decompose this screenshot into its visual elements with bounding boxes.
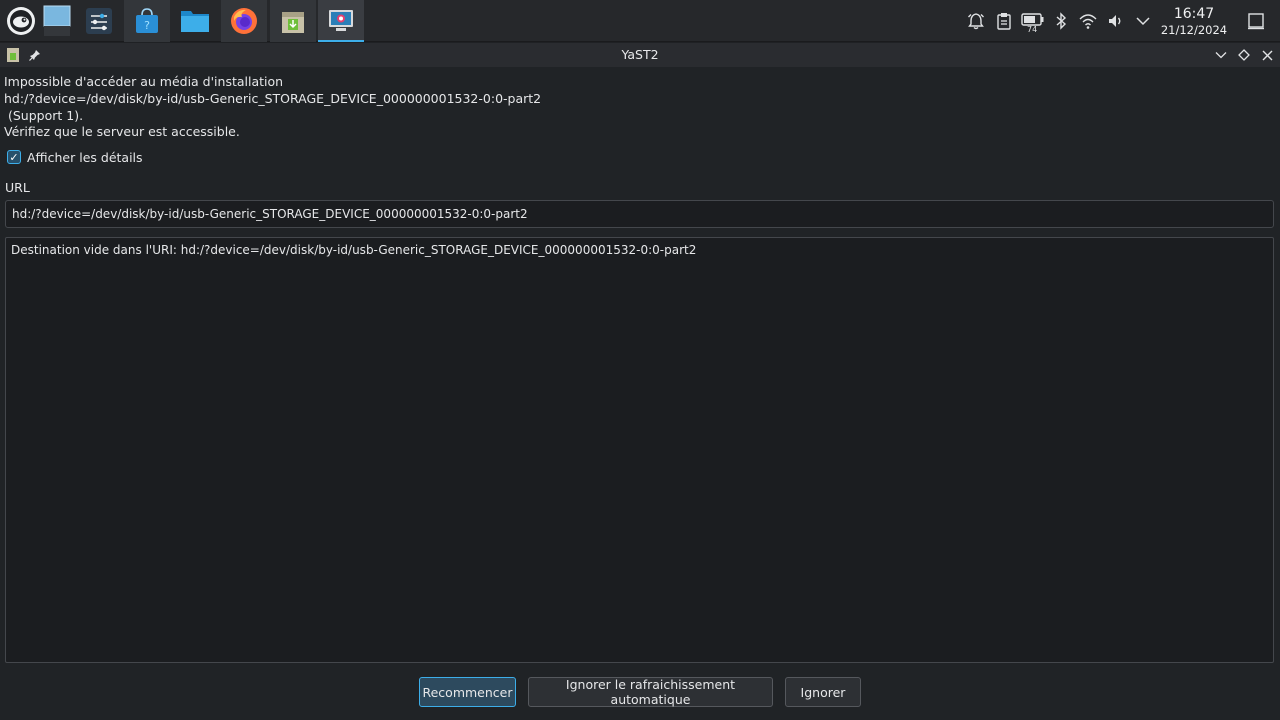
- package-icon: [282, 12, 304, 33]
- opensuse-logo-icon: [7, 7, 35, 35]
- window-titlebar[interactable]: YaST2: [0, 43, 1280, 67]
- maximize-button[interactable]: [1235, 46, 1253, 64]
- show-details-checkbox[interactable]: ✓: [7, 150, 21, 164]
- ignore-button[interactable]: Ignorer: [785, 677, 861, 707]
- clipboard-icon[interactable]: [994, 11, 1014, 31]
- desktop-icon: [43, 5, 71, 36]
- yast-icon: [329, 10, 353, 31]
- minimize-button[interactable]: [1212, 46, 1230, 64]
- chevron-down-icon[interactable]: [1133, 11, 1153, 31]
- show-desktop-button[interactable]: [42, 0, 72, 42]
- taskbar-app-files[interactable]: [172, 0, 218, 42]
- taskbar-app-firefox[interactable]: [221, 0, 267, 42]
- wifi-icon[interactable]: [1078, 11, 1098, 31]
- taskbar-app-settings[interactable]: [76, 0, 122, 42]
- battery-percent: 74: [1027, 25, 1038, 34]
- taskbar-app-store[interactable]: ?: [124, 0, 170, 42]
- store-icon: ?: [136, 8, 158, 33]
- bluetooth-icon[interactable]: [1051, 11, 1071, 31]
- error-message: Impossible d'accéder au média d'installa…: [4, 74, 542, 140]
- retry-button[interactable]: Recommencer: [419, 677, 516, 707]
- taskbar-app-package-installer[interactable]: [270, 0, 316, 42]
- url-input[interactable]: hd:/?device=/dev/disk/by-id/usb-Generic_…: [5, 200, 1274, 228]
- svg-text:?: ?: [144, 19, 150, 32]
- window-title: YaST2: [621, 47, 659, 62]
- show-details-label[interactable]: Afficher les détails: [27, 150, 143, 165]
- notifications-icon[interactable]: [966, 11, 986, 31]
- show-desktop-icon[interactable]: [1246, 11, 1266, 31]
- clock[interactable]: 16:47 21/12/2024: [1158, 6, 1230, 37]
- clock-time: 16:47: [1173, 6, 1215, 22]
- folder-icon: [181, 11, 209, 32]
- clock-date: 21/12/2024: [1160, 23, 1228, 37]
- show-details-checkbox-row[interactable]: ✓ Afficher les détails: [7, 149, 143, 165]
- close-button[interactable]: [1258, 46, 1276, 64]
- ignore-autorefresh-button[interactable]: Ignorer le rafraichissement automatique: [528, 677, 773, 707]
- volume-icon[interactable]: [1106, 11, 1126, 31]
- url-label: URL: [5, 180, 30, 195]
- top-panel: ? 74 16:47 21/12/2024: [0, 0, 1280, 42]
- app-launcher-button[interactable]: [0, 0, 42, 42]
- settings-icon: [86, 8, 112, 34]
- details-textarea[interactable]: Destination vide dans l'URI: hd:/?device…: [5, 237, 1274, 663]
- firefox-icon: [231, 8, 257, 34]
- dialog-content: Impossible d'accéder au média d'installa…: [0, 67, 1280, 720]
- taskbar-app-yast[interactable]: [318, 0, 364, 42]
